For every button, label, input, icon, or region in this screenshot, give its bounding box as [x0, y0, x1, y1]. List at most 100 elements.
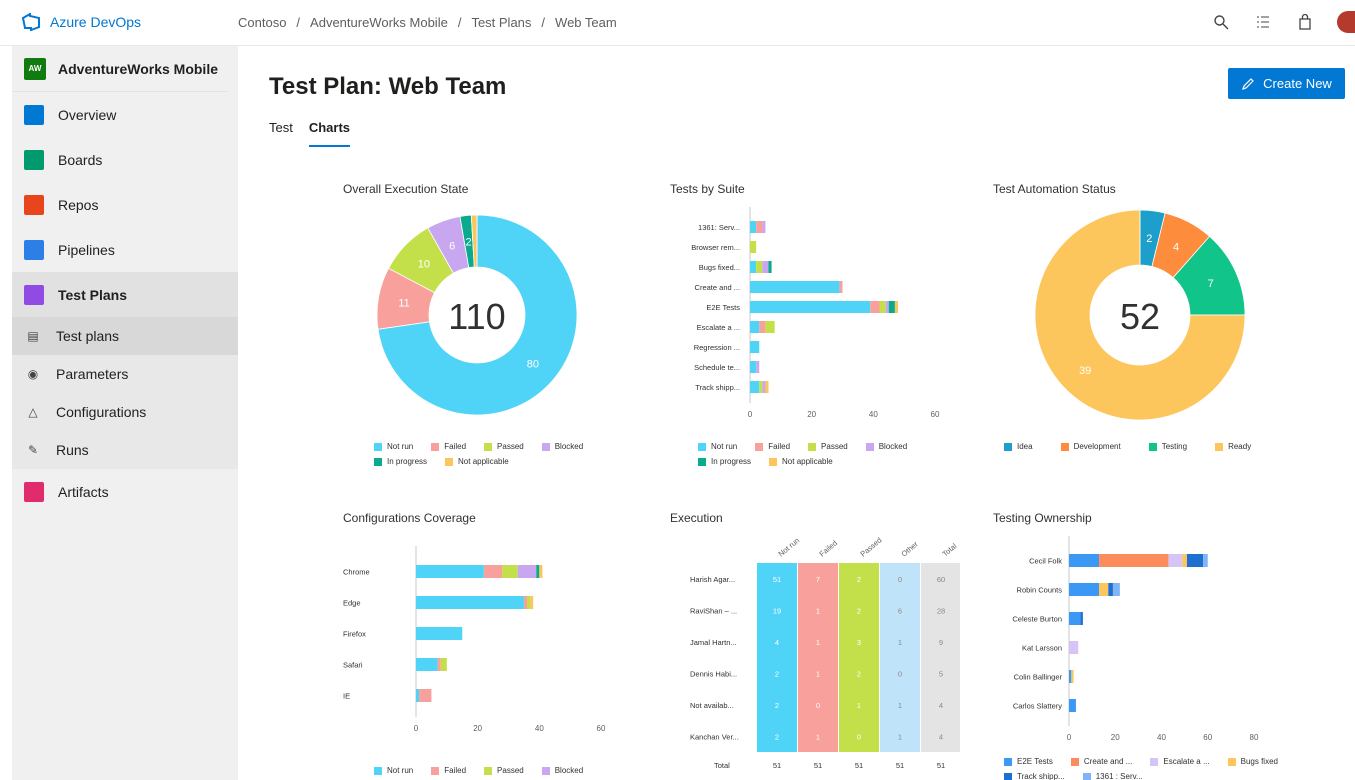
table-cell: 1	[898, 638, 902, 647]
legend-item[interactable]: Escalate a ...	[1150, 757, 1210, 766]
tab-test[interactable]: Test	[269, 120, 293, 147]
legend-item[interactable]: Not applicable	[445, 457, 509, 466]
table-cell: 1	[898, 701, 902, 710]
task-list-icon[interactable]	[1253, 12, 1273, 32]
legend-item[interactable]: Ready	[1215, 442, 1251, 451]
bar-segment	[756, 261, 763, 273]
sidebar-item-test-plans[interactable]: Test Plans	[12, 272, 238, 317]
legend-swatch	[374, 457, 382, 466]
category-label: Create and ...	[695, 283, 740, 292]
legend-item[interactable]: Idea	[1004, 442, 1033, 451]
legend-item[interactable]: Not applicable	[769, 457, 833, 466]
execution-table-chart[interactable]: Not run Failed Passed Other Total Harish Agar…	[670, 530, 960, 780]
legend-label: Not run	[387, 442, 414, 451]
breadcrumb-project[interactable]: AdventureWorks Mobile	[310, 15, 448, 30]
bar-segment	[1069, 699, 1076, 712]
category-label: Firefox	[343, 630, 366, 639]
legend-swatch	[1070, 757, 1079, 766]
ownership-bar-chart[interactable]: 0 20 40 60 80 Cecil Folk Robin Counts Celeste B…	[993, 530, 1293, 750]
legend-item[interactable]: Not run	[374, 442, 413, 451]
sidebar-subitem-configurations[interactable]: △ Configurations	[12, 393, 238, 431]
legend-item[interactable]: Failed	[755, 442, 790, 451]
legend-label: Blocked	[554, 766, 584, 775]
row-label: Jamal Hartn...	[690, 638, 737, 647]
total-cell: 51	[937, 761, 945, 770]
execution-state-donut-chart[interactable]: 80 11 10 6 2 110	[372, 205, 582, 425]
sidebar-item-boards[interactable]: Boards	[12, 137, 238, 182]
breadcrumb-org[interactable]: Contoso	[238, 15, 286, 30]
legend-label: E2E Tests	[1017, 757, 1053, 766]
bar-segment	[1182, 554, 1187, 567]
bar-segment	[1186, 554, 1204, 567]
create-new-button[interactable]: Create New	[1228, 68, 1345, 99]
category-label: Celeste Burton	[1012, 615, 1062, 624]
legend-item[interactable]: Blocked	[541, 766, 584, 775]
legend-item[interactable]: 1361 : Serv...	[1082, 772, 1143, 780]
legend-item[interactable]: Not run	[374, 766, 413, 775]
brand-link[interactable]: Azure DevOps	[22, 13, 141, 31]
category-label: Colin Ballinger	[1014, 673, 1063, 682]
bar-segment	[750, 381, 760, 393]
project-header[interactable]: AW AdventureWorks Mobile	[12, 46, 228, 92]
legend-item[interactable]: Testing	[1148, 442, 1187, 451]
legend-item[interactable]: Blocked	[865, 442, 907, 451]
legend-item[interactable]: Failed	[431, 442, 466, 451]
sidebar-item-artifacts[interactable]: Artifacts	[12, 469, 238, 514]
sidebar-item-pipelines[interactable]: Pipelines	[12, 227, 238, 272]
automation-status-donut-chart[interactable]: 2 4 7 39 52	[1025, 205, 1245, 425]
bar-segment	[1112, 583, 1120, 596]
sidebar-subitem-test-plans[interactable]: ▤ Test plans	[12, 317, 238, 355]
legend-item[interactable]: E2E Tests	[1004, 757, 1053, 766]
user-avatar[interactable]	[1337, 11, 1355, 33]
row-label: Not availab...	[690, 701, 734, 710]
legend-item[interactable]: Create and ...	[1070, 757, 1132, 766]
sidebar-subitem-parameters[interactable]: ◉ Parameters	[12, 355, 238, 393]
bar-segment	[1071, 670, 1074, 683]
breadcrumb-plan[interactable]: Web Team	[555, 15, 617, 30]
bar-segment	[539, 565, 543, 578]
legend-item[interactable]: Passed	[484, 442, 524, 451]
total-cell: 51	[855, 761, 863, 770]
bar-segment	[416, 627, 463, 640]
row-label: Harish Agar...	[690, 575, 735, 584]
legend-swatch	[484, 442, 493, 451]
legend-label: 1361 : Serv...	[1095, 772, 1143, 780]
pie-slice-label: 80	[527, 358, 539, 370]
sidebar-subitem-label: Test plans	[56, 328, 120, 344]
breadcrumb-service[interactable]: Test Plans	[471, 15, 531, 30]
legend-item[interactable]: Failed	[431, 766, 466, 775]
sidebar-item-label: Test Plans	[58, 286, 127, 303]
total-label: Total	[714, 761, 730, 770]
legend-item[interactable]: In progress	[698, 457, 751, 466]
legend-label: Failed	[444, 442, 467, 451]
tab-charts[interactable]: Charts	[308, 120, 351, 147]
category-label: E2E Tests	[706, 303, 740, 312]
create-new-label: Create New	[1263, 76, 1332, 91]
legend-item[interactable]: Passed	[484, 766, 524, 775]
tests-by-suite-bar-chart[interactable]: 0 20 40 60 1361: Serv... Browser rem... Bugs f…	[670, 205, 960, 425]
pie-slice-label: 6	[449, 240, 455, 252]
legend-item[interactable]: Passed	[808, 442, 848, 451]
legend-item[interactable]: Not run	[698, 442, 737, 451]
legend-label: Blocked	[554, 442, 584, 451]
legend-item[interactable]: Blocked	[541, 442, 584, 451]
sidebar-item-repos[interactable]: Repos	[12, 182, 238, 227]
sidebar-subitem-runs[interactable]: ✎ Runs	[12, 431, 238, 469]
configurations-bar-chart[interactable]: 0 20 40 60 Chrome Edge Firefox Safari IE	[343, 530, 633, 750]
legend-label: Not run	[711, 442, 738, 451]
sidebar: AW AdventureWorks Mobile Overview Boards…	[12, 46, 238, 780]
bar-segment	[1069, 583, 1100, 596]
legend-item[interactable]: Development	[1060, 442, 1121, 451]
chart-title-tests-by-suite: Tests by Suite	[670, 182, 745, 196]
table-cell: 3	[857, 638, 861, 647]
legend-item[interactable]: Bugs fixed	[1227, 757, 1278, 766]
sidebar-item-overview[interactable]: Overview	[12, 92, 238, 137]
table-column-bg	[757, 563, 797, 752]
shopping-bag-icon[interactable]	[1295, 12, 1315, 32]
search-icon[interactable]	[1211, 12, 1231, 32]
sidebar-subitem-label: Configurations	[56, 404, 147, 420]
legend-item[interactable]: In progress	[374, 457, 427, 466]
tick-label: 60	[597, 724, 606, 733]
legend-item[interactable]: Track shipp...	[1004, 772, 1065, 780]
donut-center-total: 110	[448, 296, 505, 337]
